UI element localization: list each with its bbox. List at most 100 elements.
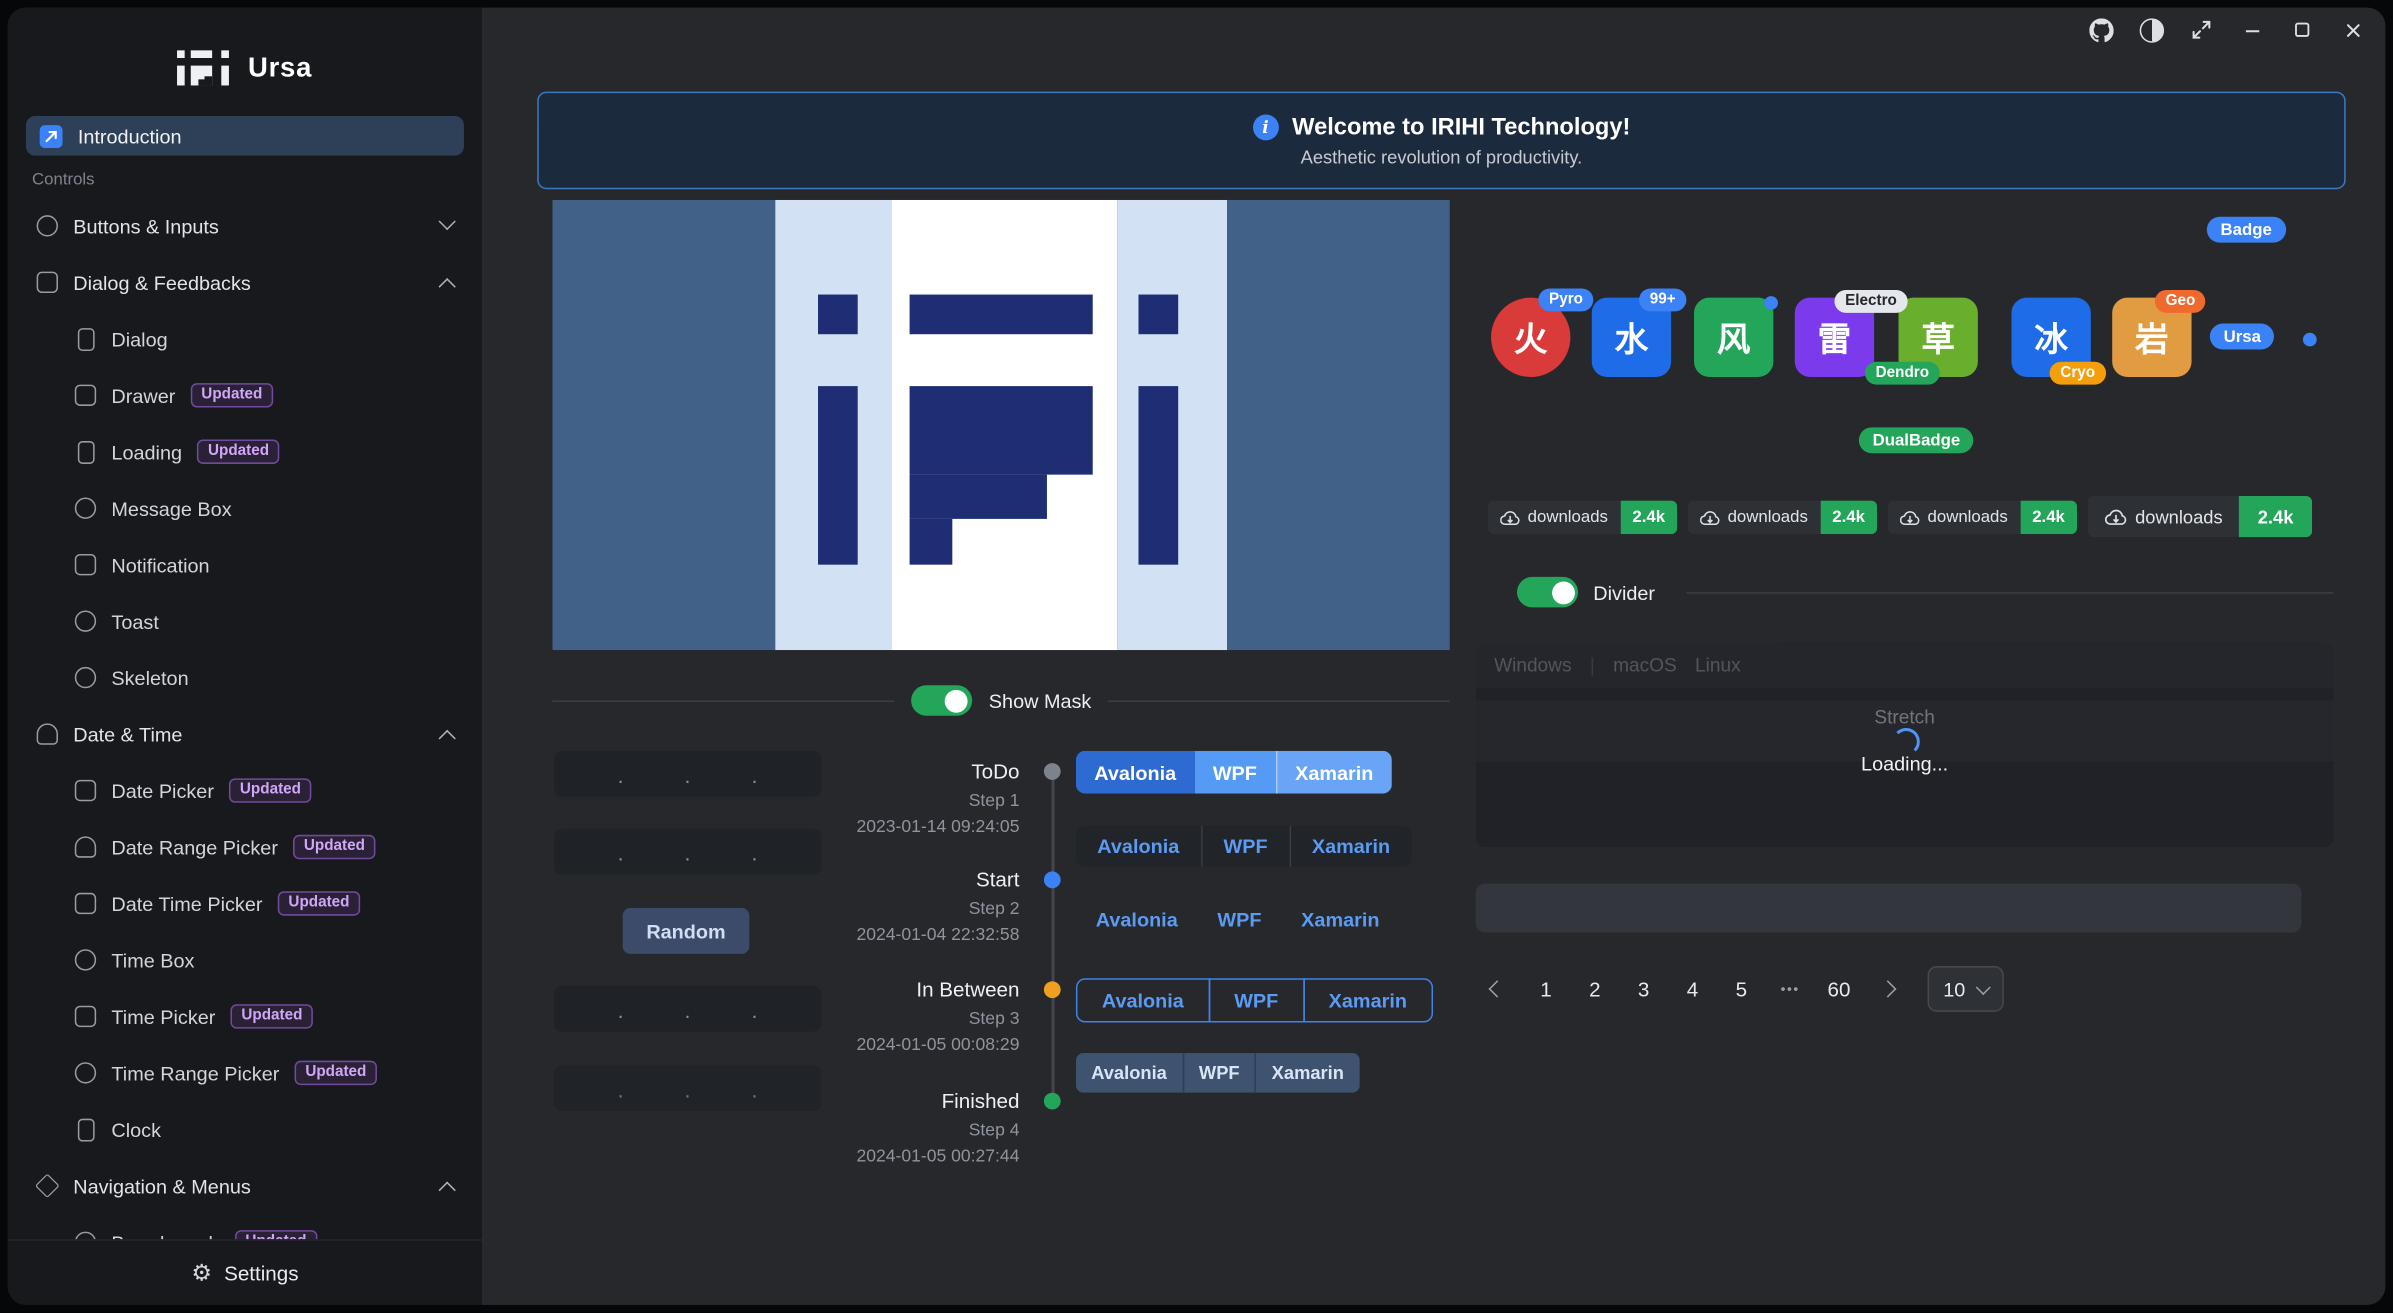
github-icon[interactable] <box>2088 17 2114 43</box>
avalonia-button[interactable]: Avalonia <box>1076 751 1195 794</box>
sidebar-item-clock[interactable]: Clock <box>23 1110 467 1150</box>
show-mask-row: Show Mask <box>552 682 1449 719</box>
wpf-button[interactable]: WPF <box>1201 826 1289 867</box>
wpf-button[interactable]: WPF <box>1182 1053 1255 1093</box>
divider-toggle[interactable] <box>1517 577 1578 608</box>
divider-line <box>552 700 894 702</box>
avalonia-button[interactable]: Avalonia <box>1076 978 1210 1022</box>
sidebar-item-toast[interactable]: Toast <box>23 601 467 641</box>
minimize-icon[interactable] <box>2239 17 2265 43</box>
sidebar-item-message-box[interactable]: Message Box <box>23 488 467 528</box>
updated-badge: Updated <box>295 1061 377 1085</box>
pagination-ellipsis[interactable]: ••• <box>1769 966 1812 1012</box>
page-size-select[interactable]: 10 <box>1928 966 2004 1012</box>
sidebar-item-introduction[interactable]: Introduction <box>26 116 464 156</box>
sidebar-item-date-range-picker[interactable]: Date Range Picker Updated <box>23 827 467 867</box>
close-icon[interactable] <box>2340 17 2366 43</box>
show-mask-toggle[interactable] <box>911 685 972 716</box>
divider-line <box>1108 700 1450 702</box>
ip-input-2[interactable]: ... <box>554 829 821 875</box>
sidebar-item-loading[interactable]: Loading Updated <box>23 432 467 472</box>
sidebar-item-time-box[interactable]: Time Box <box>23 940 467 980</box>
sidebar-section-date-time[interactable]: Date & Time <box>23 714 467 754</box>
page-button-60[interactable]: 60 <box>1818 966 1861 1012</box>
sidebar: Ursa Introduction Controls Buttons & Inp… <box>8 8 484 1305</box>
ip-input-3[interactable]: ... <box>554 986 821 1032</box>
dendro-badge: Dendro <box>1865 362 1940 385</box>
banner-title: Welcome to IRIHI Technology! <box>1292 114 1630 141</box>
wpf-button[interactable]: WPF <box>1198 899 1282 940</box>
sidebar-item-drawer[interactable]: Drawer Updated <box>23 375 467 415</box>
sidebar-section-dialog-feedbacks[interactable]: Dialog & Feedbacks <box>23 262 467 302</box>
maximize-icon[interactable] <box>2289 17 2315 43</box>
xamarin-button[interactable]: Xamarin <box>1289 826 1412 867</box>
button-group-outline: Avalonia WPF Xamarin <box>1076 978 1433 1022</box>
sidebar-item-notification[interactable]: Notification <box>23 545 467 585</box>
main-content: i Welcome to IRIHI Technology! Aesthetic… <box>484 8 2386 1305</box>
xamarin-button[interactable]: Xamarin <box>1281 899 1399 940</box>
sidebar-item-date-picker[interactable]: Date Picker Updated <box>23 771 467 811</box>
app-window: Ursa Introduction Controls Buttons & Inp… <box>8 8 2386 1305</box>
dualbadge-pill: DualBadge <box>1859 427 1974 453</box>
random-button[interactable]: Random <box>623 908 750 954</box>
sidebar-item-skeleton[interactable]: Skeleton <box>23 658 467 698</box>
cloud-download-icon <box>1700 509 1720 526</box>
chevron-down-icon <box>1975 979 1990 994</box>
app-screen: Ursa Introduction Controls Buttons & Inp… <box>0 0 2393 1312</box>
app-logo-row: Ursa <box>8 8 483 107</box>
divider-line <box>1686 592 2333 594</box>
gear-icon: ⚙ <box>191 1259 212 1286</box>
show-mask-label: Show Mask <box>989 689 1092 712</box>
sidebar-item-dialog[interactable]: Dialog <box>23 319 467 359</box>
xamarin-button[interactable]: Xamarin <box>1275 751 1391 794</box>
timeline-dot-start <box>1044 871 1061 888</box>
sidebar-item-time-range-picker[interactable]: Time Range Picker Updated <box>23 1053 467 1093</box>
ip-input-4[interactable]: ... <box>554 1065 821 1111</box>
cloud-download-icon <box>1900 509 1920 526</box>
sidebar-item-date-time-picker[interactable]: Date Time Picker Updated <box>23 884 467 924</box>
settings-button[interactable]: ⚙ Settings <box>8 1239 483 1305</box>
next-page-button[interactable] <box>1866 966 1909 1012</box>
ip-input-1[interactable]: ... <box>554 751 821 797</box>
sidebar-section-buttons-inputs[interactable]: Buttons & Inputs <box>23 206 467 246</box>
avalonia-button[interactable]: Avalonia <box>1076 1053 1182 1093</box>
time-range-picker-icon <box>75 1062 96 1083</box>
sidebar-section-navigation-menus[interactable]: Navigation & Menus <box>23 1166 467 1206</box>
app-title: Ursa <box>248 52 312 84</box>
window-titlebar <box>2088 17 2366 43</box>
wpf-button[interactable]: WPF <box>1195 751 1276 794</box>
button-group-text: Avalonia WPF Xamarin <box>1076 899 1399 940</box>
page-button-1[interactable]: 1 <box>1525 966 1568 1012</box>
avalonia-button[interactable]: Avalonia <box>1076 826 1201 867</box>
empty-input-bar[interactable] <box>1476 884 2302 933</box>
previous-page-button[interactable] <box>1476 966 1519 1012</box>
page-button-5[interactable]: 5 <box>1720 966 1763 1012</box>
cloud-download-icon <box>1500 509 1520 526</box>
wind-element-icon: 风 <box>1694 298 1773 377</box>
page-button-4[interactable]: 4 <box>1671 966 1714 1012</box>
sidebar-group-label: Controls <box>32 171 458 189</box>
xamarin-button[interactable]: Xamarin <box>1303 978 1433 1022</box>
fullscreen-icon[interactable] <box>2188 17 2214 43</box>
theme-toggle-icon[interactable] <box>2138 17 2164 43</box>
page-button-2[interactable]: 2 <box>1573 966 1616 1012</box>
divider-label: Divider <box>1593 581 1655 604</box>
sidebar-item-time-picker[interactable]: Time Picker Updated <box>23 997 467 1037</box>
chevron-right-icon <box>1879 980 1896 997</box>
wpf-button[interactable]: WPF <box>1208 978 1304 1022</box>
downloads-badge: downloads 2.4k <box>1888 501 2077 535</box>
date-range-picker-icon <box>75 836 96 857</box>
irihi-logo-image <box>552 200 1449 650</box>
badge-pill: Badge <box>2207 217 2286 243</box>
updated-badge: Updated <box>191 383 273 407</box>
xamarin-button[interactable]: Xamarin <box>1255 1053 1359 1093</box>
chevron-down-icon <box>439 213 456 230</box>
cryo-badge: Cryo <box>2050 362 2106 385</box>
timeline-dot-finished <box>1044 1093 1061 1110</box>
page-button-3[interactable]: 3 <box>1622 966 1665 1012</box>
avalonia-button[interactable]: Avalonia <box>1076 899 1198 940</box>
cloud-download-icon <box>2105 507 2128 525</box>
loading-spinner-icon <box>1892 728 1919 755</box>
settings-label: Settings <box>224 1261 298 1284</box>
dot-badge <box>1764 296 1778 310</box>
